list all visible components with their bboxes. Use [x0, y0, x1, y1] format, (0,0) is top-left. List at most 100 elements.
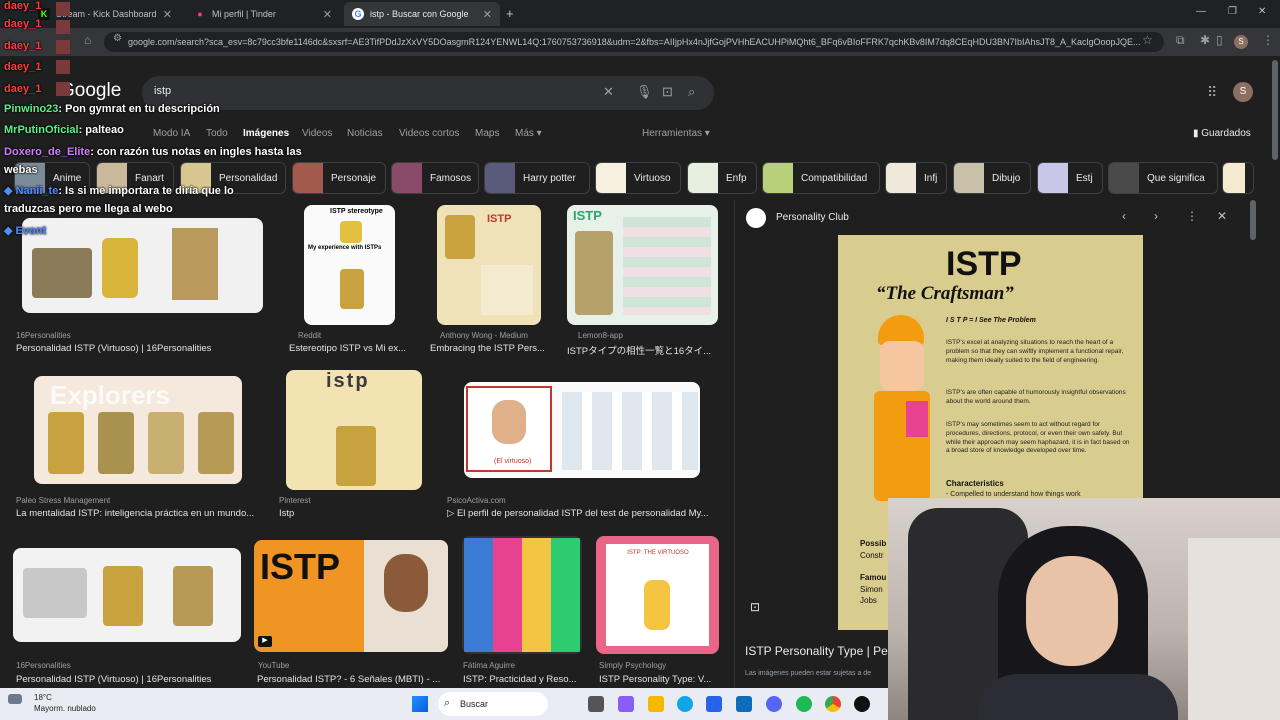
result-title[interactable]: ISTPタイプの相性一覧と16タイ... [567, 343, 717, 357]
tab-modo-ia[interactable]: Modo IA [153, 128, 190, 139]
chip-compatibilidad[interactable]: Compatibilidad [762, 162, 880, 194]
chip-label: Dibujo [992, 172, 1021, 184]
person-hair-shape [384, 554, 428, 612]
result-title[interactable]: Estereotipo ISTP vs Mi ex... [289, 343, 409, 354]
chip-dibujo[interactable]: Dibujo [953, 162, 1031, 194]
search-input[interactable] [142, 76, 714, 110]
result-image[interactable]: Explorers [34, 376, 242, 484]
tab-tinder[interactable]: ● Mi perfil | Tinder ✕ [186, 2, 340, 26]
lens-icon[interactable]: ⊡ [750, 600, 760, 614]
profile-avatar[interactable]: S [1234, 35, 1248, 49]
chat-user: Nanii_te [15, 185, 59, 197]
result-title[interactable]: Personalidad ISTP? - 6 Señales (MBTI) - … [257, 674, 447, 685]
result-image[interactable]: ISTP stereotype My experience with ISTPs [304, 205, 395, 325]
file-explorer-icon[interactable] [648, 696, 664, 712]
puzzle-icon[interactable]: ✱ [1200, 33, 1210, 47]
chip-harry-potter[interactable]: Harry potter [484, 162, 590, 194]
account-avatar[interactable]: S [1233, 82, 1253, 102]
result-title[interactable]: Embracing the ISTP Pers... [430, 343, 550, 354]
tab-kick[interactable]: K Stream - Kick Dashboard ✕ [30, 2, 180, 26]
bookmark-star-icon[interactable]: ☆ [1142, 33, 1153, 47]
result-image[interactable]: ISTP [567, 205, 718, 325]
result-image[interactable]: (El virtuoso) [464, 382, 700, 478]
chip-personaje[interactable]: Personaje [292, 162, 386, 194]
taskbar-search-input[interactable] [438, 692, 548, 716]
chat-message: ◆ Nanii_te: Is si me importara te diría … [4, 184, 234, 197]
outlook-icon[interactable] [736, 696, 752, 712]
tab-maps[interactable]: Maps [475, 128, 499, 139]
tab-todo[interactable]: Todo [206, 128, 228, 139]
close-icon[interactable]: ✕ [323, 8, 332, 21]
result-title[interactable]: Personalidad ISTP (Virtuoso) | 16Persona… [16, 343, 256, 354]
tab-mas[interactable]: Más ▾ [515, 128, 542, 139]
chip-more[interactable] [1222, 162, 1254, 194]
result-image[interactable] [462, 536, 582, 654]
result-title[interactable]: La mentalidad ISTP: inteligencia práctic… [16, 508, 262, 519]
site-info-icon[interactable]: ⚙ [113, 33, 122, 44]
result-title[interactable]: ISTP Personality Type: V... [599, 674, 719, 685]
chat-user: daey_1 [4, 40, 42, 52]
tab-videos[interactable]: Videos [302, 128, 332, 139]
discord-icon[interactable] [766, 696, 782, 712]
chip-famosos[interactable]: Famosos [391, 162, 479, 194]
close-icon[interactable]: ✕ [1217, 209, 1227, 223]
spotify-icon[interactable] [796, 696, 812, 712]
result-title[interactable]: ISTP: Practicidad y Reso... [463, 674, 583, 685]
result-title[interactable]: Personalidad ISTP (Virtuoso) | 16Persona… [16, 674, 256, 685]
panel-scrollbar[interactable] [1250, 200, 1256, 240]
result-image[interactable]: istp [286, 370, 422, 490]
more-options-icon[interactable]: ⋮ [1186, 209, 1198, 223]
result-source: Pinterest [279, 496, 311, 505]
store-icon[interactable] [706, 696, 722, 712]
sidebar-icon[interactable]: ▯ [1216, 33, 1223, 47]
task-view-icon[interactable] [588, 696, 604, 712]
url-input[interactable]: google.com/search?sca_esv=8c79cc3bfe1146… [104, 32, 1164, 52]
minimize-button[interactable]: — [1196, 6, 1206, 17]
chip-estj[interactable]: Estj [1037, 162, 1103, 194]
chip-que-significa[interactable]: Que significa [1108, 162, 1218, 194]
copilot-icon[interactable] [618, 696, 634, 712]
tab-imagenes[interactable]: Imágenes [243, 128, 289, 139]
new-tab-button[interactable]: + [506, 6, 514, 21]
weather-temp[interactable]: 18°C [34, 693, 52, 702]
chip-infj[interactable]: Infj [885, 162, 947, 194]
chevron-right-icon[interactable]: › [1154, 209, 1158, 223]
tab-videos-cortos[interactable]: Videos cortos [399, 128, 459, 139]
result-image[interactable]: ISTP ▶ [254, 540, 448, 652]
result-image[interactable]: ISTP: THE VIRTUOSO [596, 536, 719, 654]
close-icon[interactable]: ✕ [163, 8, 172, 21]
close-window-button[interactable]: ✕ [1258, 6, 1266, 17]
chrome-icon[interactable] [825, 696, 841, 712]
result-image[interactable] [13, 548, 241, 642]
search-icon[interactable]: ⌕ [688, 84, 695, 100]
weather-condition[interactable]: Mayorm. nublado [34, 704, 96, 713]
maximize-button[interactable]: ❐ [1228, 6, 1237, 17]
character-shape [103, 566, 143, 626]
lens-icon[interactable]: ⊡ [662, 84, 673, 100]
result-title[interactable]: ▷ El perfil de personalidad ISTP del tes… [447, 508, 717, 519]
obs-icon[interactable] [854, 696, 870, 712]
clear-icon[interactable]: ✕ [603, 84, 614, 100]
chevron-left-icon[interactable]: ‹ [1122, 209, 1126, 223]
menu-icon[interactable]: ⋮ [1262, 33, 1274, 47]
close-icon[interactable]: ✕ [483, 8, 492, 21]
result-title[interactable]: Istp [279, 508, 399, 519]
home-icon[interactable]: ⌂ [84, 33, 91, 47]
panel-source[interactable]: Personality Club [776, 212, 849, 223]
saved-button[interactable]: ▮ Guardados [1193, 128, 1251, 139]
apps-grid-icon[interactable]: ⠿ [1207, 84, 1217, 101]
windows-start-icon[interactable] [412, 696, 428, 712]
tab-google[interactable]: G istp - Buscar con Google ✕ [344, 2, 500, 26]
tools-button[interactable]: Herramientas ▾ [642, 128, 710, 139]
chip-enfp[interactable]: Enfp [687, 162, 757, 194]
page-scrollbar[interactable] [1272, 60, 1278, 160]
microphone-icon[interactable]: 🎙 [636, 84, 653, 100]
chip-virtuoso[interactable]: Virtuoso [595, 162, 681, 194]
preview-caption[interactable]: ISTP Personality Type | Pers [745, 644, 898, 658]
result-image[interactable] [22, 218, 263, 313]
extension-icon[interactable]: ⧉ [1176, 33, 1185, 48]
result-image[interactable]: ISTP [437, 205, 541, 325]
edge-icon[interactable] [677, 696, 693, 712]
tab-noticias[interactable]: Noticias [347, 128, 383, 139]
badge-icon: ◆ [4, 185, 16, 197]
